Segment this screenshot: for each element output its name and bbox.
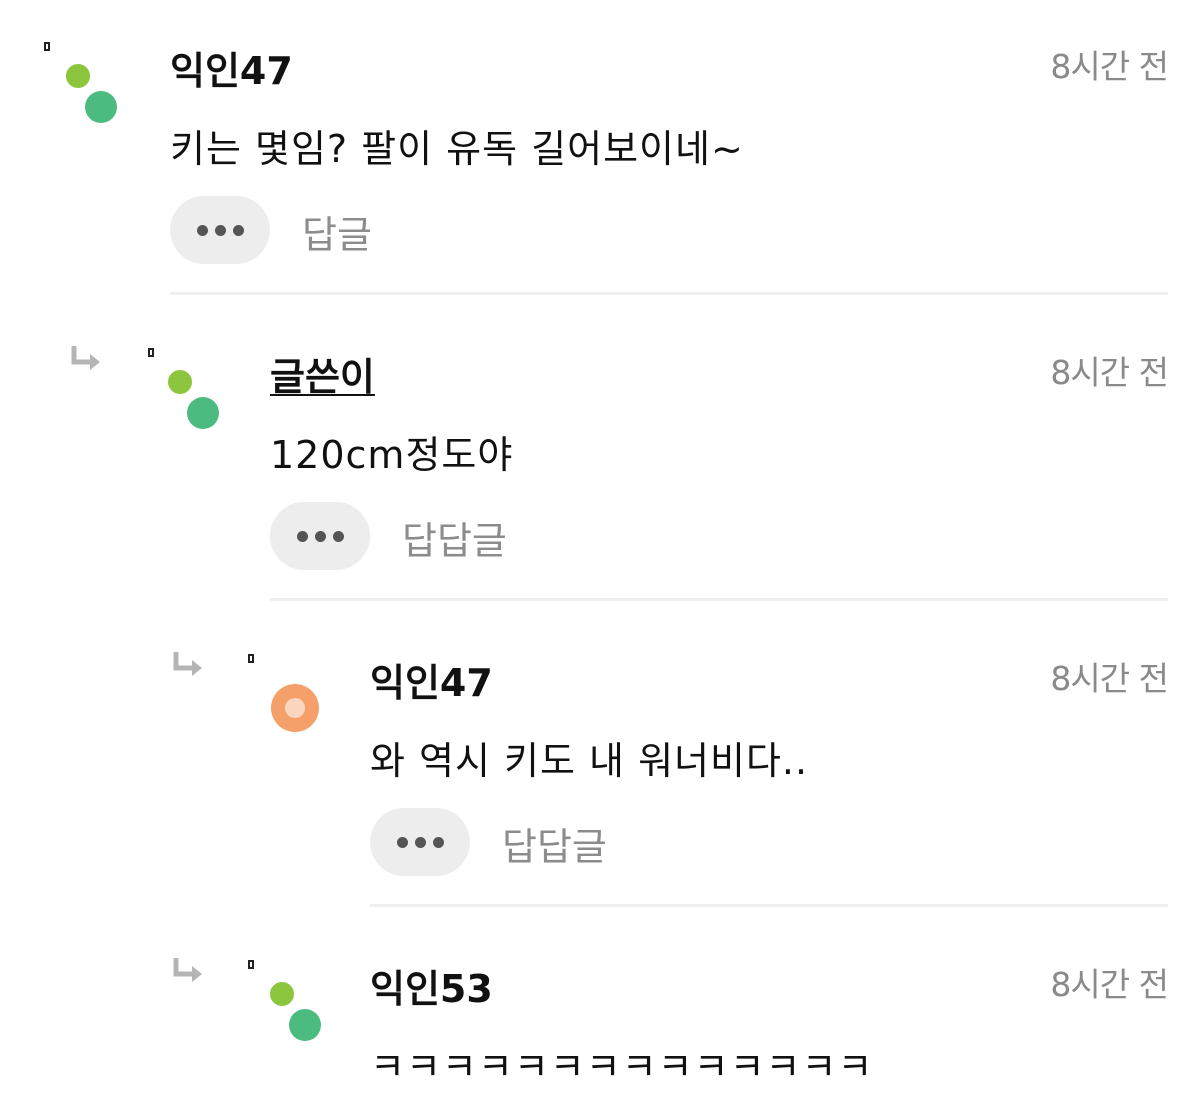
level-icon [248,960,254,969]
level-icon [248,654,254,663]
comment-time: 8시간 전 [1050,353,1169,392]
reply-arrow-icon [71,346,100,370]
comment-time: 8시간 전 [1050,659,1169,698]
comment-text: 와 역시 키도 내 워너비다.. [370,739,809,783]
divider [170,292,1168,295]
avatar [271,684,319,732]
more-dots-icon [396,836,408,848]
reply-button[interactable]: 답답글 [402,510,507,565]
level-icon [148,348,154,357]
avatar [66,62,128,128]
comment-text: ㅋㅋㅋㅋㅋㅋㅋㅋㅋㅋㅋㅋㅋㅋ [370,1045,874,1089]
more-button[interactable] [370,808,470,876]
more-dots-icon [196,224,208,236]
comment-author[interactable]: 익인53 [370,958,493,1013]
comment-author[interactable]: 익인47 [170,40,293,95]
level-icon [44,42,50,51]
comment-time: 8시간 전 [1050,47,1169,86]
divider [270,598,1168,601]
reply-button[interactable]: 답답글 [502,816,607,871]
comment-text: 120cm정도야 [270,433,514,477]
more-dots-icon [296,530,308,542]
comment-author[interactable]: 익인47 [370,652,493,707]
avatar [270,980,332,1046]
reply-button[interactable]: 답글 [302,204,372,259]
reply-arrow-icon [173,958,202,982]
comment-author[interactable]: 글쓴이 [270,346,375,401]
more-button[interactable] [270,502,370,570]
more-button[interactable] [170,196,270,264]
divider [370,904,1168,907]
avatar [168,368,230,434]
reply-arrow-icon [173,652,202,676]
comment-text: 키는 몇임? 팔이 유독 길어보이네~ [170,127,744,171]
comment-time: 8시간 전 [1050,965,1169,1004]
